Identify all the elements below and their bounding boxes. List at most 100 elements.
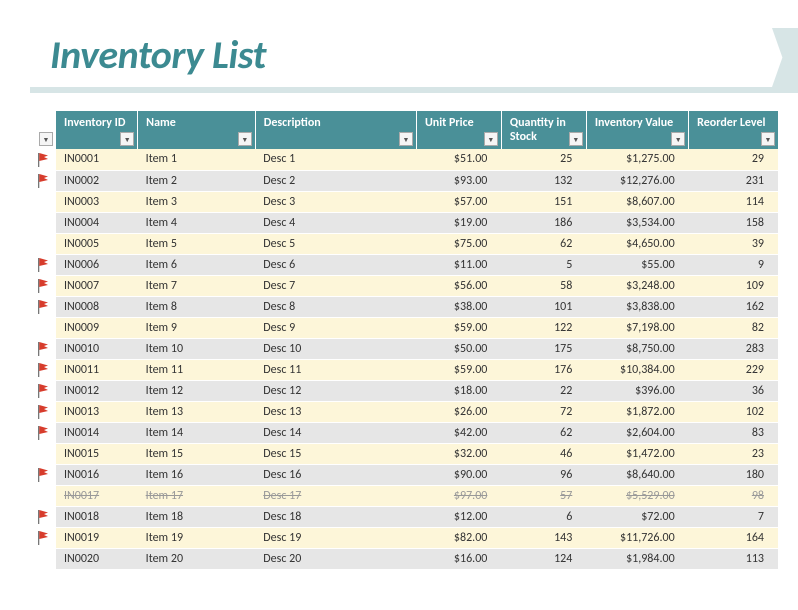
cell-id: IN0008 [56, 296, 138, 317]
cell-text: Desc 5 [263, 237, 295, 251]
table-row[interactable]: IN0016Item 16Desc 16$90.0096$8,640.00180 [56, 464, 778, 485]
cell-name: Item 3 [138, 191, 256, 212]
table-body: IN0001Item 1Desc 1$51.0025$1,275.0029IN0… [56, 149, 778, 569]
cell-qty: 58 [501, 275, 586, 296]
table-row[interactable]: IN0015Item 15Desc 15$32.0046$1,472.0023 [56, 443, 778, 464]
table-row[interactable]: IN0006Item 6Desc 6$11.005$55.009 [56, 254, 778, 275]
column-header-label: Quantity in Stock [510, 116, 566, 144]
table-row[interactable]: IN0013Item 13Desc 13$26.0072$1,872.00102 [56, 401, 778, 422]
cell-id: IN0019 [56, 527, 138, 548]
cell-text: IN0010 [64, 342, 99, 356]
cell-price: $18.00 [416, 380, 501, 401]
cell-desc: Desc 16 [255, 464, 416, 485]
filter-dropdown-value[interactable]: ▼ [671, 132, 685, 146]
cell-name: Item 8 [138, 296, 256, 317]
filter-dropdown-flag[interactable]: ▼ [39, 132, 53, 146]
cell-reorder: 114 [689, 191, 778, 212]
table-row[interactable]: IN0005Item 5Desc 5$75.0062$4,650.0039 [56, 233, 778, 254]
table-row[interactable]: IN0010Item 10Desc 10$50.00175$8,750.0028… [56, 338, 778, 359]
cell-text: $90.00 [454, 468, 487, 482]
cell-name: Item 20 [138, 548, 256, 569]
table-row[interactable]: IN0014Item 14Desc 14$42.0062$2,604.0083 [56, 422, 778, 443]
cell-text: Desc 9 [263, 321, 295, 335]
cell-id: IN0003 [56, 191, 138, 212]
title-chevron-decoration [772, 28, 798, 87]
filter-dropdown-price[interactable]: ▼ [484, 132, 498, 146]
table-row[interactable]: IN0012Item 12Desc 12$18.0022$396.0036 [56, 380, 778, 401]
cell-reorder: 229 [689, 359, 778, 380]
table-row[interactable]: IN0019Item 19Desc 19$82.00143$11,726.001… [56, 527, 778, 548]
table-row[interactable]: IN0018Item 18Desc 18$12.006$72.007 [56, 506, 778, 527]
cell-text: Desc 1 [263, 152, 295, 166]
table-row[interactable]: IN0017Item 17Desc 17$97.0057$5,529.0098 [56, 485, 778, 506]
column-header-value[interactable]: Inventory Value▼ [586, 111, 688, 149]
filter-dropdown-id[interactable]: ▼ [120, 132, 134, 146]
cell-text: $3,838.00 [626, 300, 675, 314]
flag-cell [30, 296, 56, 317]
cell-text: Item 1 [146, 152, 177, 166]
column-header-id[interactable]: Inventory ID▼ [56, 111, 138, 149]
filter-dropdown-reorder[interactable]: ▼ [761, 132, 775, 146]
cell-text: 7 [758, 510, 764, 524]
table-row[interactable]: IN0020Item 20Desc 20$16.00124$1,984.0011… [56, 548, 778, 569]
cell-reorder: 113 [689, 548, 778, 569]
cell-price: $97.00 [416, 485, 501, 506]
cell-qty: 132 [501, 170, 586, 191]
column-header-reorder[interactable]: Reorder Level▼ [689, 111, 778, 149]
table-row[interactable]: IN0003Item 3Desc 3$57.00151$8,607.00114 [56, 191, 778, 212]
flag-icon [38, 510, 49, 524]
column-header-qty[interactable]: Quantity in Stock▼ [501, 111, 586, 149]
filter-dropdown-name[interactable]: ▼ [238, 132, 252, 146]
cell-id: IN0002 [56, 170, 138, 191]
table-row[interactable]: IN0004Item 4Desc 4$19.00186$3,534.00158 [56, 212, 778, 233]
cell-qty: 62 [501, 233, 586, 254]
table-row[interactable]: IN0002Item 2Desc 2$93.00132$12,276.00231 [56, 170, 778, 191]
flag-cell [30, 275, 56, 296]
filter-dropdown-qty[interactable]: ▼ [569, 132, 583, 146]
cell-text: IN0014 [64, 426, 99, 440]
cell-text: 62 [560, 426, 572, 440]
cell-text: IN0007 [64, 279, 99, 293]
cell-id: IN0004 [56, 212, 138, 233]
title-underline [30, 87, 798, 93]
cell-text: IN0004 [64, 216, 99, 230]
cell-qty: 6 [501, 506, 586, 527]
cell-value: $1,872.00 [586, 401, 688, 422]
cell-text: Item 20 [146, 552, 183, 566]
table-row[interactable]: IN0008Item 8Desc 8$38.00101$3,838.00162 [56, 296, 778, 317]
cell-reorder: 162 [689, 296, 778, 317]
table-row[interactable]: IN0001Item 1Desc 1$51.0025$1,275.0029 [56, 149, 778, 170]
column-header-desc[interactable]: Description▼ [255, 111, 416, 149]
table-row[interactable]: IN0009Item 9Desc 9$59.00122$7,198.0082 [56, 317, 778, 338]
column-header-name[interactable]: Name▼ [138, 111, 256, 149]
cell-text: Item 9 [146, 321, 177, 335]
cell-text: $59.00 [454, 321, 487, 335]
cell-text: 46 [560, 447, 572, 461]
cell-price: $51.00 [416, 149, 501, 170]
filter-dropdown-desc[interactable]: ▼ [399, 132, 413, 146]
cell-text: 9 [758, 258, 764, 272]
cell-qty: 143 [501, 527, 586, 548]
cell-value: $12,276.00 [586, 170, 688, 191]
cell-text: $32.00 [454, 447, 487, 461]
cell-text: $7,198.00 [626, 321, 675, 335]
column-header-price[interactable]: Unit Price▼ [416, 111, 501, 149]
flag-cell [30, 380, 56, 401]
cell-text: IN0015 [64, 447, 99, 461]
cell-desc: Desc 19 [255, 527, 416, 548]
flag-icon [38, 405, 49, 419]
table-row[interactable]: IN0007Item 7Desc 7$56.0058$3,248.00109 [56, 275, 778, 296]
cell-qty: 124 [501, 548, 586, 569]
table-row[interactable]: IN0011Item 11Desc 11$59.00176$10,384.002… [56, 359, 778, 380]
cell-text: 143 [554, 531, 572, 545]
cell-text: Desc 3 [263, 195, 295, 209]
cell-text: $57.00 [454, 195, 487, 209]
flag-cell [30, 527, 56, 548]
cell-text: $10,384.00 [620, 363, 675, 377]
cell-text: Desc 16 [263, 468, 301, 482]
cell-text: $11,726.00 [620, 531, 675, 545]
cell-desc: Desc 7 [255, 275, 416, 296]
cell-text: $59.00 [454, 363, 487, 377]
cell-reorder: 164 [689, 527, 778, 548]
cell-text: IN0003 [64, 195, 99, 209]
